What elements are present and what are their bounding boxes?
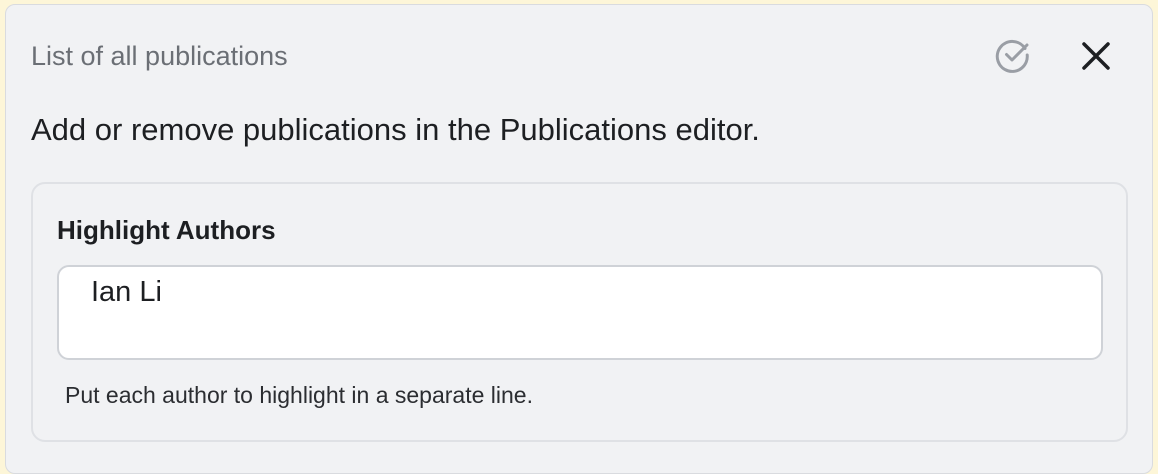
highlight-authors-helper: Put each author to highlight in a separa…: [65, 382, 533, 408]
highlight-authors-label: Highlight Authors: [57, 215, 276, 245]
confirm-button[interactable]: [994, 36, 1032, 74]
close-button[interactable]: [1078, 38, 1114, 74]
close-icon: [1082, 42, 1110, 70]
panel-description: Add or remove publications in the Public…: [31, 112, 760, 147]
highlight-authors-field: Highlight Authors Ian Li Put each author…: [31, 182, 1128, 442]
publications-settings-panel: List of all publications Add or remove p…: [5, 4, 1153, 474]
highlight-authors-input[interactable]: Ian Li: [57, 265, 1103, 360]
panel-title: List of all publications: [31, 41, 288, 71]
check-circle-icon: [995, 39, 1029, 73]
